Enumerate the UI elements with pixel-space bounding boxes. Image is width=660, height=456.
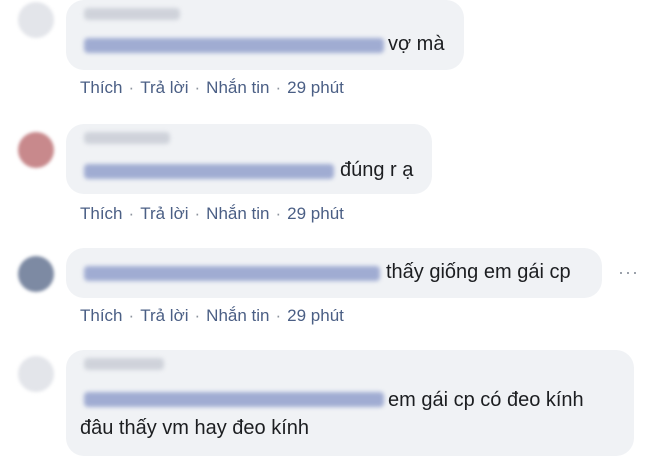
avatar[interactable]	[18, 356, 54, 392]
commenter-name-redacted	[84, 132, 170, 144]
tagged-names-redacted	[84, 392, 384, 407]
comment-actions: Thích · Trả lời · Nhắn tin · 29 phút	[80, 306, 344, 326]
more-options-icon[interactable]: ···	[618, 262, 639, 283]
message-link[interactable]: Nhắn tin	[206, 204, 269, 224]
reply-link[interactable]: Trả lời	[140, 204, 188, 224]
like-link[interactable]: Thích	[80, 204, 123, 224]
timestamp-link[interactable]: 29 phút	[287, 306, 344, 326]
comment-text-line-1: em gái cp có đeo kính	[388, 389, 584, 411]
commenter-name-redacted	[84, 358, 164, 370]
comment-text: thấy giống em gái cp	[386, 261, 571, 283]
avatar[interactable]	[18, 2, 54, 38]
tagged-names-redacted	[84, 38, 384, 53]
avatar[interactable]	[18, 132, 54, 168]
like-link[interactable]: Thích	[80, 306, 123, 326]
message-link[interactable]: Nhắn tin	[206, 78, 269, 98]
comment-text: vợ mà	[388, 33, 445, 55]
timestamp-link[interactable]: 29 phút	[287, 78, 344, 98]
comment-actions: Thích · Trả lời · Nhắn tin · 29 phút	[80, 78, 344, 98]
comment-text: đúng r ạ	[340, 159, 414, 181]
message-link[interactable]: Nhắn tin	[206, 306, 269, 326]
comment-text-line-2: đâu thấy vm hay đeo kính	[80, 417, 310, 439]
timestamp-link[interactable]: 29 phút	[287, 204, 344, 224]
reply-link[interactable]: Trả lời	[140, 78, 188, 98]
tagged-names-redacted	[84, 164, 334, 179]
avatar[interactable]	[18, 256, 54, 292]
reply-link[interactable]: Trả lời	[140, 306, 188, 326]
commenter-name-redacted	[84, 8, 180, 20]
comment-actions: Thích · Trả lời · Nhắn tin · 29 phút	[80, 204, 344, 224]
tagged-names-redacted	[84, 266, 380, 281]
like-link[interactable]: Thích	[80, 78, 123, 98]
